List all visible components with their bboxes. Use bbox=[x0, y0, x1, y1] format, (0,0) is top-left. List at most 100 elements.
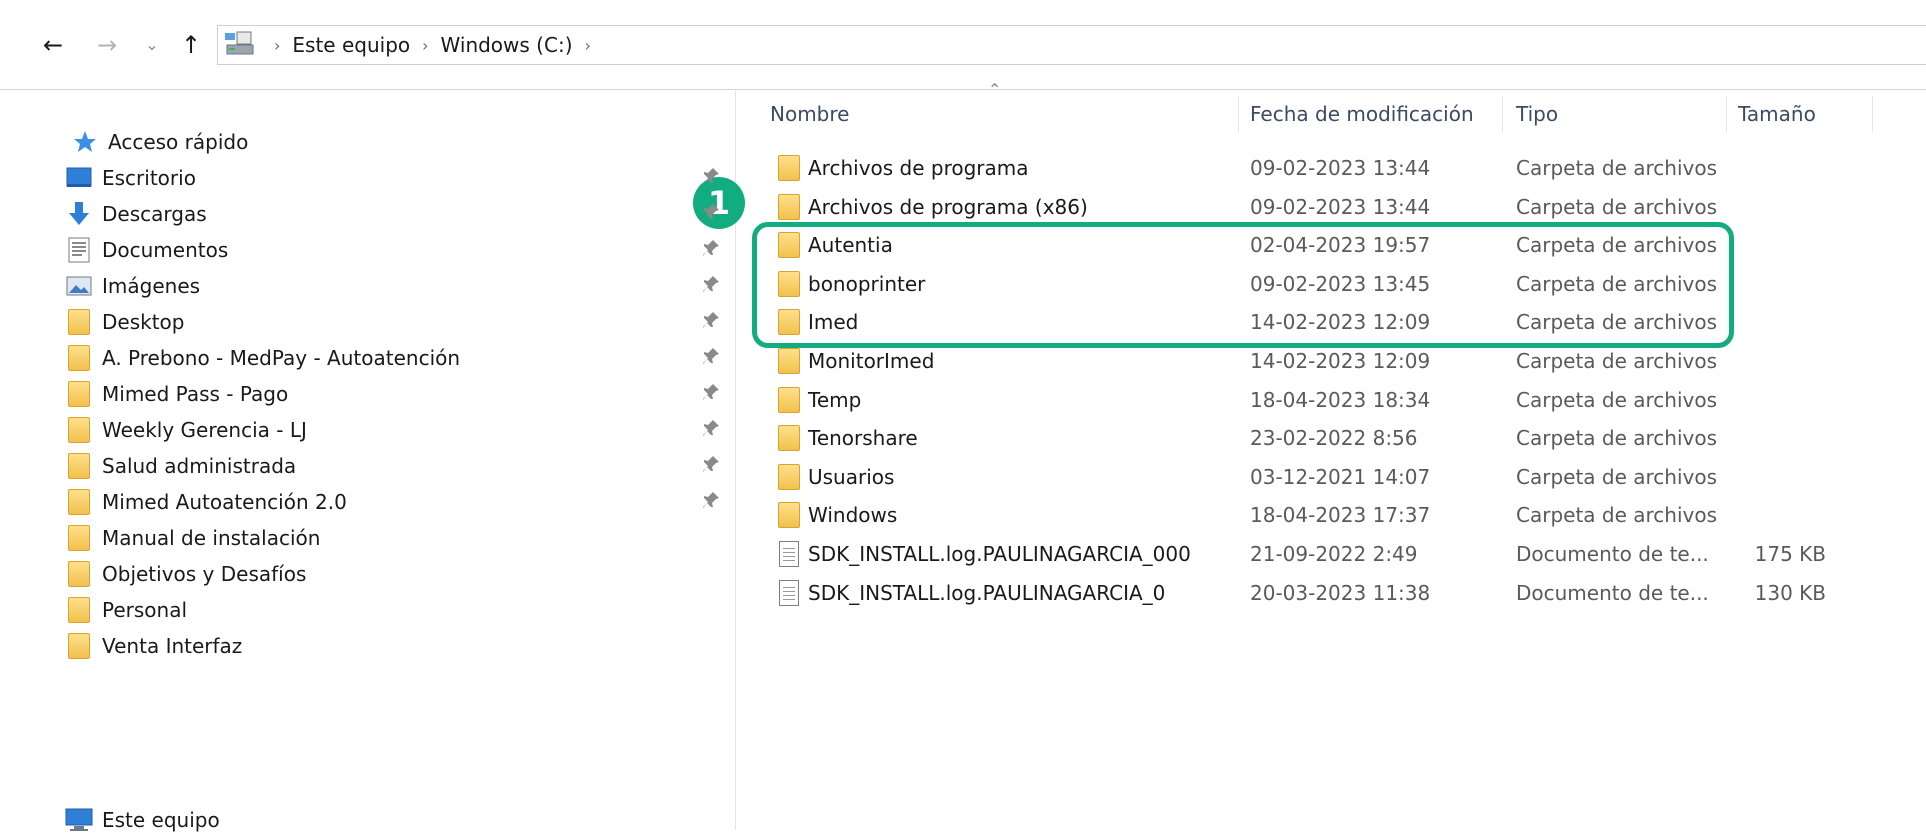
pin-icon[interactable] bbox=[700, 455, 722, 477]
folder-icon bbox=[774, 496, 804, 534]
text-document-icon bbox=[774, 574, 804, 612]
sidebar-item-desktop[interactable]: Desktop bbox=[64, 302, 184, 342]
file-name: SDK_INSTALL.log.PAULINAGARCIA_0 bbox=[808, 580, 1166, 605]
breadcrumb-windows-c[interactable]: Windows (C:) bbox=[441, 33, 573, 57]
sidebar-item-descargas[interactable]: Descargas bbox=[64, 194, 207, 234]
sidebar-item-label: Este equipo bbox=[102, 808, 220, 832]
folder-icon bbox=[64, 487, 94, 517]
folder-icon bbox=[774, 381, 804, 419]
breadcrumb-este-equipo[interactable]: Este equipo bbox=[292, 33, 410, 57]
up-arrow-icon[interactable]: ↑ bbox=[176, 30, 206, 60]
pin-icon[interactable] bbox=[700, 491, 722, 513]
table-row[interactable]: SDK_INSTALL.log.PAULINAGARCIA_000 21-09-2… bbox=[752, 535, 1926, 573]
pin-icon[interactable] bbox=[700, 383, 722, 405]
folder-icon bbox=[64, 307, 94, 337]
column-header-type[interactable]: Tipo bbox=[1516, 92, 1558, 136]
file-name: SDK_INSTALL.log.PAULINAGARCIA_000 bbox=[808, 542, 1191, 566]
column-header-name[interactable]: Nombre bbox=[770, 92, 849, 136]
folder-icon bbox=[64, 523, 94, 553]
file-size: 130 KB bbox=[1754, 580, 1826, 605]
column-divider[interactable] bbox=[1872, 96, 1873, 132]
file-date: 03-12-2021 14:07 bbox=[1250, 464, 1431, 489]
sidebar-item-mimed-autoatención-2-0[interactable]: Mimed Autoatención 2.0 bbox=[64, 482, 347, 522]
sidebar-item-this-pc[interactable]: Este equipo bbox=[64, 800, 220, 840]
pin-icon[interactable] bbox=[700, 239, 722, 261]
folder-icon bbox=[774, 458, 804, 496]
file-type: Documento de te... bbox=[1516, 580, 1709, 605]
download-icon bbox=[64, 199, 94, 229]
sidebar-item-a-prebono-medpay-autoatención[interactable]: A. Prebono - MedPay - Autoatención bbox=[64, 338, 460, 378]
pin-icon[interactable] bbox=[700, 347, 722, 369]
desktop-icon bbox=[64, 163, 94, 193]
sidebar-item-weekly-gerencia-lj[interactable]: Weekly Gerencia - LJ bbox=[64, 410, 307, 450]
sidebar-item-documentos[interactable]: Documentos bbox=[64, 230, 228, 270]
sidebar-item-escritorio[interactable]: Escritorio bbox=[64, 158, 196, 198]
breadcrumb-chevron-icon[interactable]: › bbox=[573, 36, 603, 55]
table-row[interactable]: Windows 18-04-2023 17:37 Carpeta de archiv… bbox=[752, 496, 1926, 534]
column-header-size[interactable]: Tamaño bbox=[1738, 92, 1816, 136]
breadcrumb-chevron-icon[interactable]: › bbox=[262, 36, 292, 55]
file-date: 21-09-2022 2:49 bbox=[1250, 542, 1418, 566]
column-divider[interactable] bbox=[1726, 96, 1727, 132]
file-size bbox=[1718, 226, 1826, 264]
navigation-bar: ← → ⌄ ↑ › Este equipo › Windows (C:) › bbox=[0, 0, 1926, 90]
file-name: Archivos de programa bbox=[808, 156, 1029, 180]
table-row[interactable]: Temp 18-04-2023 18:34 Carpeta de archivos bbox=[752, 381, 1926, 419]
sidebar-item-label: Mimed Autoatención 2.0 bbox=[102, 490, 347, 514]
folder-icon bbox=[64, 343, 94, 373]
sidebar-item-mimed-pass-pago[interactable]: Mimed Pass - Pago bbox=[64, 374, 288, 414]
table-row[interactable]: Archivos de programa (x86) 09-02-2023 13:… bbox=[752, 188, 1926, 226]
recent-locations-chevron-icon[interactable]: ⌄ bbox=[140, 30, 164, 60]
file-date: 09-02-2023 13:44 bbox=[1250, 194, 1431, 219]
file-size bbox=[1718, 496, 1826, 534]
sidebar-item-label: Escritorio bbox=[102, 166, 196, 190]
forward-arrow-icon[interactable]: → bbox=[92, 30, 122, 60]
table-row[interactable]: Archivos de programa 09-02-2023 13:44 Carp… bbox=[752, 149, 1926, 187]
file-type: Carpeta de archivos bbox=[1516, 194, 1718, 219]
pin-icon[interactable] bbox=[700, 419, 722, 441]
computer-icon bbox=[64, 805, 94, 835]
sidebar-item-label: Imágenes bbox=[102, 274, 201, 298]
column-divider[interactable] bbox=[1502, 96, 1503, 132]
file-name: Tenorshare bbox=[808, 426, 918, 451]
column-headers: Nombre Fecha de modificación Tipo Tamaño bbox=[752, 92, 1926, 136]
table-row[interactable]: Tenorshare 23-02-2022 8:56 Carpeta de arch… bbox=[752, 419, 1926, 457]
file-type: Documento de te... bbox=[1516, 542, 1709, 566]
sidebar-item-label: Objetivos y Desafíos bbox=[102, 562, 307, 586]
table-row[interactable]: SDK_INSTALL.log.PAULINAGARCIA_0 20-03-202… bbox=[752, 574, 1926, 612]
sidebar-item-salud-administrada[interactable]: Salud administrada bbox=[64, 446, 296, 486]
pin-icon[interactable] bbox=[700, 311, 722, 333]
sidebar-item-personal[interactable]: Personal bbox=[64, 590, 187, 630]
pin-icon[interactable] bbox=[700, 167, 722, 189]
sidebar-item-imágenes[interactable]: Imágenes bbox=[64, 266, 200, 306]
pin-icon[interactable] bbox=[700, 275, 722, 297]
file-size bbox=[1718, 419, 1826, 457]
folder-icon bbox=[64, 451, 94, 481]
star-icon bbox=[70, 127, 100, 157]
sidebar-item-venta-interfaz[interactable]: Venta Interfaz bbox=[64, 626, 242, 666]
file-size bbox=[1718, 381, 1826, 419]
breadcrumb: › Este equipo › Windows (C:) › bbox=[262, 26, 603, 64]
folder-icon bbox=[774, 149, 804, 187]
folder-icon bbox=[64, 379, 94, 409]
text-document-icon bbox=[774, 535, 804, 573]
this-pc-icon bbox=[225, 31, 254, 55]
address-bar[interactable]: › Este equipo › Windows (C:) › bbox=[217, 25, 1926, 65]
file-size: 175 KB bbox=[1754, 542, 1826, 566]
table-row[interactable]: Usuarios 03-12-2021 14:07 Carpeta de archi… bbox=[752, 458, 1926, 496]
sidebar-item-manual-de-instalación[interactable]: Manual de instalación bbox=[64, 518, 320, 558]
folder-icon bbox=[774, 419, 804, 457]
back-arrow-icon[interactable]: ← bbox=[38, 30, 68, 60]
column-header-date[interactable]: Fecha de modificación bbox=[1250, 92, 1474, 136]
file-date: 20-03-2023 11:38 bbox=[1250, 580, 1431, 605]
folder-icon bbox=[64, 631, 94, 661]
file-size bbox=[1718, 458, 1826, 496]
pin-icon[interactable] bbox=[700, 203, 722, 225]
column-divider[interactable] bbox=[1238, 96, 1239, 132]
sidebar-item-quick-access[interactable]: Acceso rápido bbox=[70, 122, 248, 162]
file-date: 09-02-2023 13:44 bbox=[1250, 156, 1431, 180]
sidebar-item-objetivos-y-desafíos[interactable]: Objetivos y Desafíos bbox=[64, 554, 306, 594]
breadcrumb-chevron-icon[interactable]: › bbox=[410, 36, 440, 55]
file-date: 23-02-2022 8:56 bbox=[1250, 426, 1418, 451]
file-type: Carpeta de archivos bbox=[1516, 156, 1718, 180]
